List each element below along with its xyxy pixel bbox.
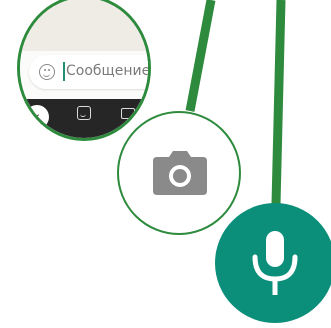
composer-area: Сообщение ‹ — [20, 0, 151, 138]
chevron-left-icon[interactable]: ‹ — [25, 105, 49, 129]
microphone-button[interactable] — [215, 203, 331, 323]
camera-icon — [153, 151, 207, 195]
gif-icon[interactable] — [121, 108, 135, 119]
chat-background — [20, 0, 148, 51]
message-input[interactable]: Сообщение — [29, 55, 151, 89]
camera-button[interactable] — [117, 111, 241, 235]
text-caret — [63, 62, 65, 81]
sticker-icon[interactable] — [77, 106, 91, 120]
emoji-mouth — [43, 72, 50, 77]
message-placeholder: Сообщение — [66, 63, 151, 79]
emoji-icon[interactable] — [39, 64, 55, 80]
composer-zoom: Сообщение ‹ — [17, 0, 151, 141]
connector-line-camera — [185, 0, 216, 112]
connector-line-mic — [271, 0, 286, 205]
microphone-icon — [252, 231, 298, 295]
